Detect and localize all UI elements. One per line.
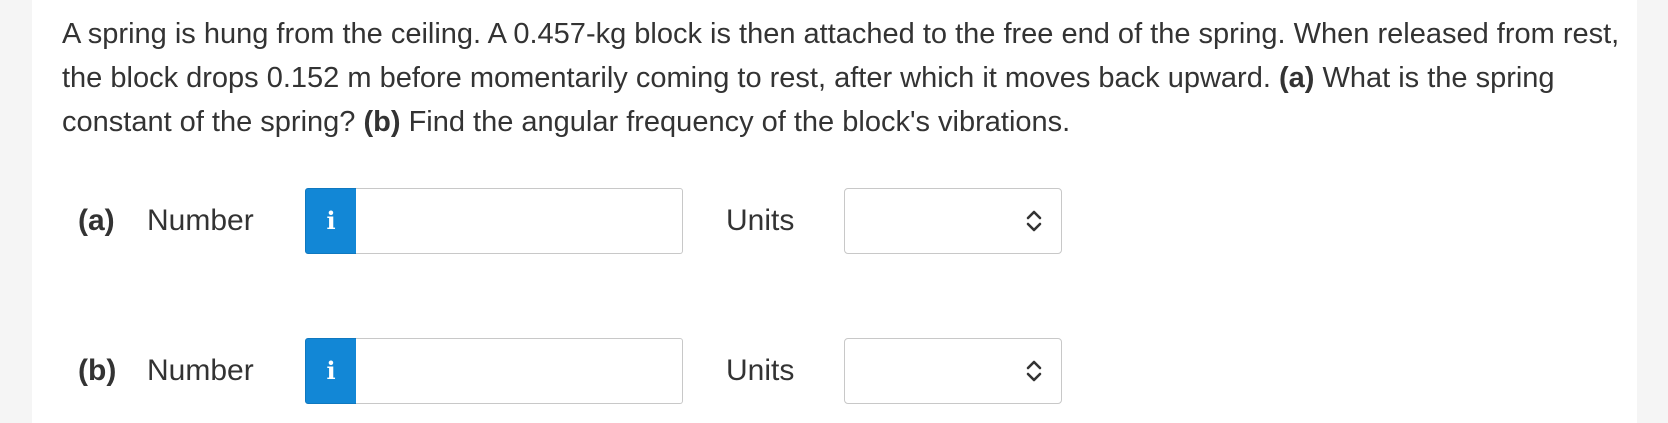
number-input-a[interactable]: [356, 188, 683, 254]
chevron-updown-icon: [1026, 360, 1042, 382]
number-label-a: Number: [147, 204, 254, 237]
info-button-b[interactable]: i: [305, 338, 357, 404]
number-input-b[interactable]: [356, 338, 683, 404]
info-icon: i: [326, 206, 336, 235]
info-icon: i: [326, 356, 336, 385]
chevron-updown-icon: [1026, 210, 1042, 232]
answer-row-a: (a) Number i Units: [32, 188, 1132, 254]
question-text: A spring is hung from the ceiling. A 0.4…: [62, 12, 1622, 144]
question-text-part-3: Find the angular frequency of the block'…: [400, 106, 1071, 138]
part-label-b: (b): [78, 354, 117, 387]
question-label-a: (a): [1278, 62, 1315, 94]
answer-row-b: (b) Number i Units: [32, 338, 1132, 404]
info-button-a[interactable]: i: [305, 188, 357, 254]
number-label-b: Number: [147, 354, 254, 387]
units-select-a[interactable]: [844, 188, 1062, 254]
units-label-b: Units: [726, 354, 795, 387]
question-label-b: (b): [363, 106, 401, 138]
units-select-b[interactable]: [844, 338, 1062, 404]
units-label-a: Units: [726, 204, 795, 237]
part-label-a: (a): [78, 204, 115, 237]
question-card: A spring is hung from the ceiling. A 0.4…: [32, 0, 1637, 423]
